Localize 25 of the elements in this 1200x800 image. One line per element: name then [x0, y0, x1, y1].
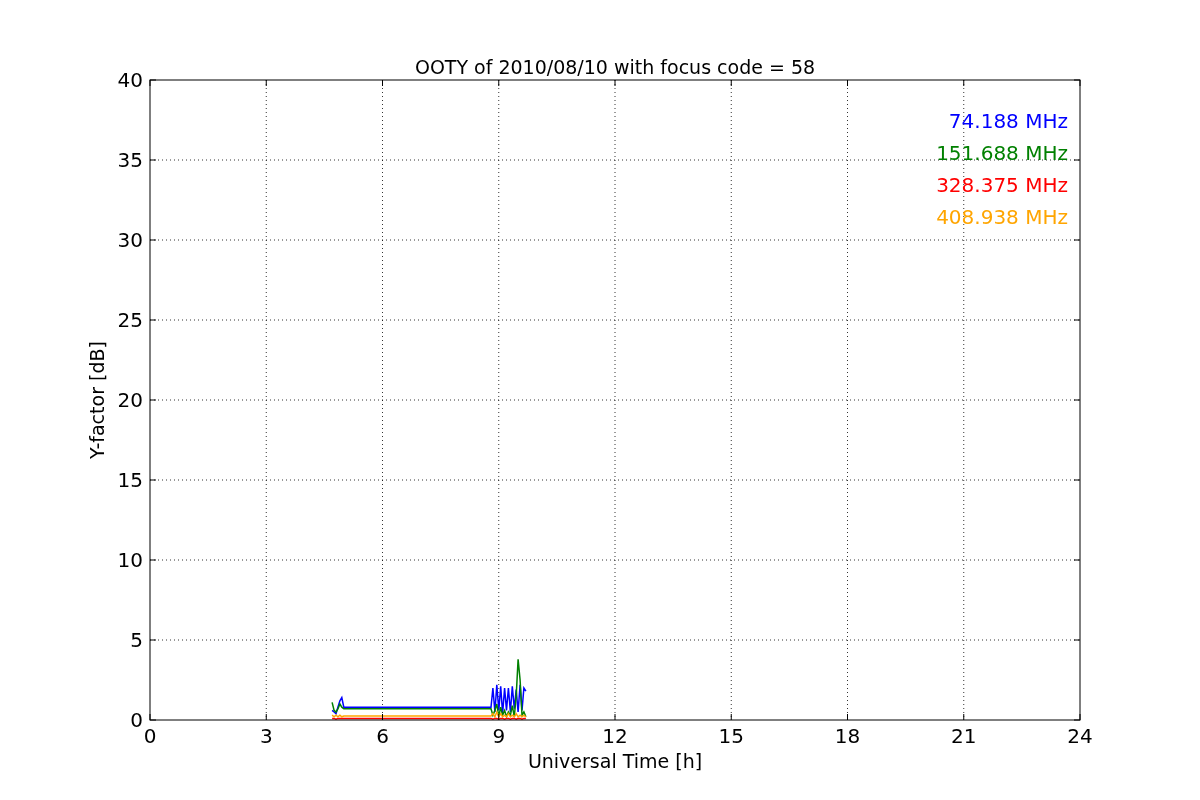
x-tick-label: 21: [951, 724, 977, 748]
y-tick-label: 15: [117, 468, 143, 492]
legend-label: 151.688 MHz: [936, 141, 1068, 165]
y-tick-label: 5: [130, 628, 143, 652]
x-tick-label: 15: [718, 724, 744, 748]
x-tick-label: 6: [376, 724, 389, 748]
legend-label: 408.938 MHz: [936, 205, 1068, 229]
x-tick-label: 24: [1067, 724, 1093, 748]
y-tick-label: 25: [117, 308, 143, 332]
y-tick-label: 10: [117, 548, 143, 572]
x-axis-label: Universal Time [h]: [527, 750, 703, 772]
x-tick-label: 9: [492, 724, 506, 748]
legend-label: 74.188 MHz: [948, 109, 1068, 133]
y-tick-label: 0: [130, 708, 143, 732]
y-tick-label: 30: [117, 228, 143, 252]
y-tick-label: 40: [117, 68, 143, 92]
x-tick-label: 3: [259, 724, 273, 748]
legend-label: 328.375 MHz: [936, 173, 1068, 197]
x-tick-label: 18: [834, 724, 861, 748]
y-tick-label: 20: [117, 388, 143, 412]
x-tick-label: 0: [143, 724, 157, 748]
y-axis-label: Y-factor [dB]: [86, 341, 108, 459]
y-tick-label: 35: [117, 148, 143, 172]
x-tick-label: 12: [602, 724, 628, 748]
chart-title: OOTY of 2010/08/10 with focus code = 58: [414, 56, 816, 78]
